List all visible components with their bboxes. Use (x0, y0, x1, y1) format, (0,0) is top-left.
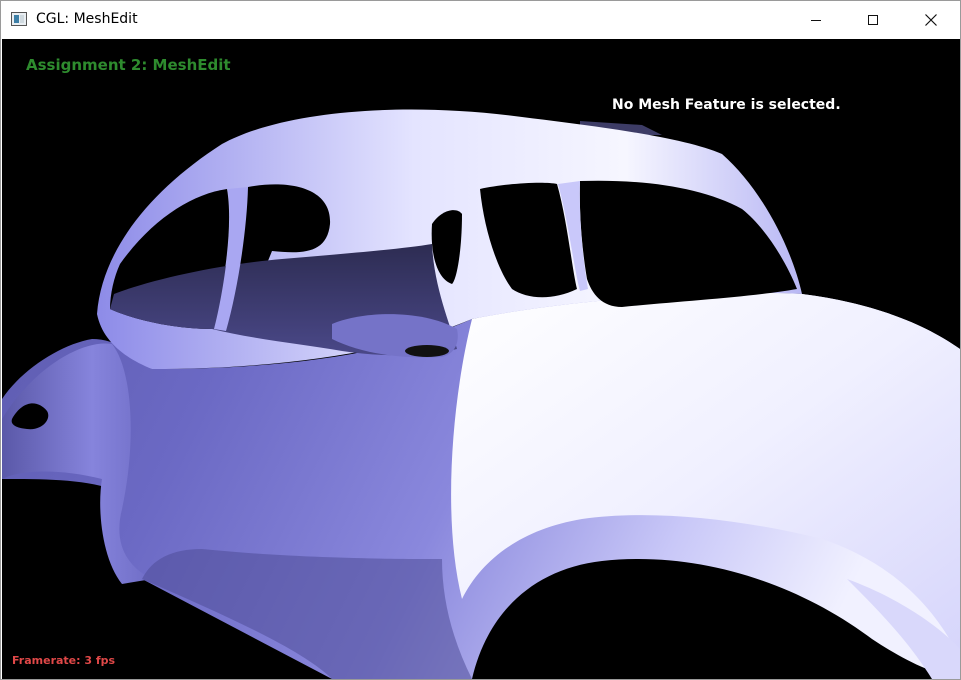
window-title: CGL: MeshEdit (36, 11, 138, 27)
close-icon (925, 14, 937, 26)
selection-status: No Mesh Feature is selected. (612, 97, 841, 113)
app-window-icon (11, 12, 27, 26)
car-mesh-render[interactable] (2, 39, 960, 679)
minimize-icon (811, 19, 821, 21)
maximize-button[interactable] (844, 1, 902, 39)
title-bar[interactable]: CGL: MeshEdit (1, 1, 960, 39)
assignment-title: Assignment 2: MeshEdit (26, 56, 231, 74)
app-window: CGL: MeshEdit Assignment 2: MeshEdit No … (0, 0, 961, 680)
close-button[interactable] (902, 1, 960, 39)
maximize-icon (868, 15, 878, 25)
framerate-readout: Framerate: 3 fps (12, 654, 116, 667)
minimize-button[interactable] (787, 1, 845, 39)
render-viewport[interactable]: Assignment 2: MeshEdit No Mesh Feature i… (2, 39, 960, 679)
